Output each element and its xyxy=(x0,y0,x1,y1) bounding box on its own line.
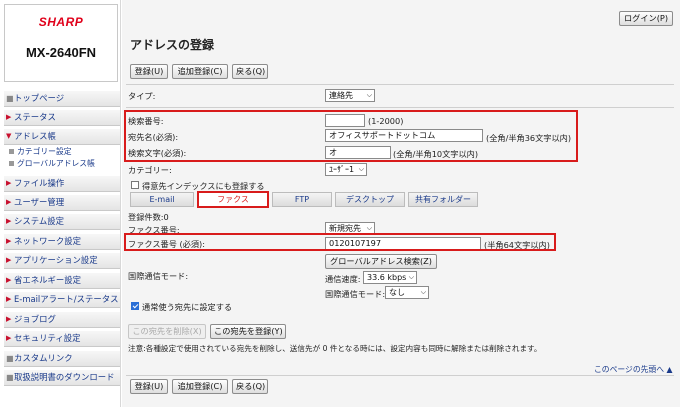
type-label: タイプ: xyxy=(128,91,156,101)
register-destination-button[interactable]: この宛先を登録(Y) xyxy=(210,324,286,339)
tab-email[interactable]: E-mail xyxy=(130,192,194,207)
chevron-down-icon: ⌵ xyxy=(420,288,426,296)
search-char-input[interactable]: オ xyxy=(325,146,391,159)
chevron-down-icon: ⌵ xyxy=(358,165,364,173)
destination-name-input[interactable]: オフィスサポートドットコム xyxy=(325,129,483,142)
category-select[interactable]: ﾕｰｻﾞｰ1 ⌵ xyxy=(325,163,367,176)
brand-logo: SHARP xyxy=(38,15,84,29)
square-icon: ■ xyxy=(6,94,14,103)
fax-number-select[interactable]: 新規宛先 ⌵ xyxy=(325,222,375,235)
fax-number-input[interactable]: 0120107197 xyxy=(325,237,481,250)
square-icon xyxy=(9,161,14,166)
intl-mode-label: 国際通信モード: xyxy=(128,271,189,281)
arrow-right-icon: ▶ xyxy=(6,179,12,187)
square-icon: ■ xyxy=(6,373,14,382)
arrow-right-icon: ▶ xyxy=(6,295,12,303)
speed-select[interactable]: 33.6 kbps ⌵ xyxy=(363,271,417,284)
delete-destination-button[interactable]: この宛先を削除(X) xyxy=(128,324,206,339)
sidebar-item-user-management[interactable]: ▶ ユーザー管理 xyxy=(4,195,120,211)
search-number-hint: (1-2000) xyxy=(368,116,404,126)
registration-count: 登録件数:0 xyxy=(128,212,169,222)
fax-number-label: ファクス番号 (必須): xyxy=(128,239,206,249)
sidebar-item-system-settings[interactable]: ▶ システム設定 xyxy=(4,214,120,230)
global-address-search-button[interactable]: グローバルアドレス検索(Z) xyxy=(325,254,437,269)
sidebar: SHARP MX-2640FN ■ トップページ ▶ ステータス ▼ アドレス帳 カテ… xyxy=(0,0,121,407)
search-number-input[interactable] xyxy=(325,114,365,127)
search-char-label: 検索文字(必須): xyxy=(128,148,187,158)
divider xyxy=(126,375,674,376)
arrow-right-icon: ▶ xyxy=(6,334,12,342)
search-char-hint: (全角/半角10文字以内) xyxy=(393,149,479,159)
model-name: MX-2640FN xyxy=(25,45,97,60)
tab-shared-folder[interactable]: 共有フォルダー xyxy=(408,192,478,207)
arrow-up-icon: ▲ xyxy=(664,365,673,374)
speed-label: 通信速度: xyxy=(325,274,361,284)
tab-fax[interactable]: ファクス xyxy=(197,191,269,208)
sidebar-subitem-category[interactable]: カテゴリー設定 xyxy=(4,146,120,157)
back-button-bottom[interactable]: 戻る(Q) xyxy=(232,379,268,394)
fax-number-hint: (半角64文字以内) xyxy=(484,240,550,250)
sidebar-item-custom-link[interactable]: ■ カスタムリンク xyxy=(4,351,120,367)
sidebar-item-security-settings[interactable]: ▶ セキュリティ設定 xyxy=(4,331,120,347)
add-register-button-bottom[interactable]: 追加登録(C) xyxy=(172,379,228,394)
divider xyxy=(126,84,674,85)
sidebar-item-email-alert[interactable]: ▶ E-mailアラート/ステータス xyxy=(4,292,120,308)
divider xyxy=(126,107,674,108)
add-register-button[interactable]: 追加登録(C) xyxy=(172,64,228,79)
destination-name-hint: (全角/半角36文字以内) xyxy=(486,133,572,143)
register-button[interactable]: 登録(U) xyxy=(130,64,168,79)
square-icon xyxy=(9,149,14,154)
arrow-down-icon: ▼ xyxy=(6,132,12,140)
destination-name-label: 宛先名(必須): xyxy=(128,132,179,142)
type-select[interactable]: 連絡先 ⌵ xyxy=(325,89,375,102)
page-top-link[interactable]: このページの先頭へ ▲ xyxy=(594,364,673,375)
register-button-bottom[interactable]: 登録(U) xyxy=(130,379,168,394)
note-text: 注意:各種設定で使用されている宛先を削除し、送信先が 0 件となる時には、設定内… xyxy=(128,344,542,353)
tab-desktop[interactable]: デスクトップ xyxy=(335,192,405,207)
sidebar-item-manual-download[interactable]: ■ 取扱説明書のダウンロード xyxy=(4,370,120,386)
tab-ftp[interactable]: FTP xyxy=(272,192,332,207)
category-label: カテゴリー: xyxy=(128,165,172,175)
back-button[interactable]: 戻る(Q) xyxy=(232,64,268,79)
arrow-right-icon: ▶ xyxy=(6,276,12,284)
intl-mode-sub-label: 国際通信モード: xyxy=(325,289,386,299)
search-number-label: 検索番号: xyxy=(128,116,164,126)
arrow-right-icon: ▶ xyxy=(6,315,12,323)
sidebar-item-status[interactable]: ▶ ステータス xyxy=(4,110,120,126)
arrow-right-icon: ▶ xyxy=(6,113,12,121)
arrow-right-icon: ▶ xyxy=(6,237,12,245)
sidebar-item-application-settings[interactable]: ▶ アプリケーション設定 xyxy=(4,253,120,269)
sidebar-subitem-global-address[interactable]: グローバルアドレス帳 xyxy=(4,158,120,169)
sidebar-item-address-book[interactable]: ▼ アドレス帳 xyxy=(4,129,120,145)
chevron-down-icon: ⌵ xyxy=(408,273,414,281)
logo-panel: SHARP MX-2640FN xyxy=(4,4,118,82)
intl-mode-select[interactable]: なし ⌵ xyxy=(385,286,429,299)
sidebar-item-file[interactable]: ▶ ファイル操作 xyxy=(4,176,120,192)
page-title: アドレスの登録 xyxy=(130,38,215,52)
sidebar-item-energy-settings[interactable]: ▶ 省エネルギー設定 xyxy=(4,273,120,289)
chevron-down-icon: ⌵ xyxy=(366,91,372,99)
square-icon: ■ xyxy=(6,354,14,363)
arrow-right-icon: ▶ xyxy=(6,256,12,264)
sidebar-item-network-settings[interactable]: ▶ ネットワーク設定 xyxy=(4,234,120,250)
chevron-down-icon: ⌵ xyxy=(366,224,372,232)
fax-number-select-label: ファクス番号: xyxy=(128,225,180,235)
sidebar-item-top[interactable]: ■ トップページ xyxy=(4,91,120,107)
frequent-index-checkbox[interactable] xyxy=(131,181,139,189)
sidebar-item-job-log[interactable]: ▶ ジョブログ xyxy=(4,312,120,328)
default-destination-label: 通常使う宛先に設定する xyxy=(142,302,233,312)
default-destination-checkbox[interactable] xyxy=(131,302,139,310)
login-button[interactable]: ログイン(P) xyxy=(619,11,673,26)
arrow-right-icon: ▶ xyxy=(6,198,12,206)
arrow-right-icon: ▶ xyxy=(6,217,12,225)
main-content: ログイン(P) アドレスの登録 登録(U) 追加登録(C) 戻る(Q) タイプ:… xyxy=(122,0,680,407)
